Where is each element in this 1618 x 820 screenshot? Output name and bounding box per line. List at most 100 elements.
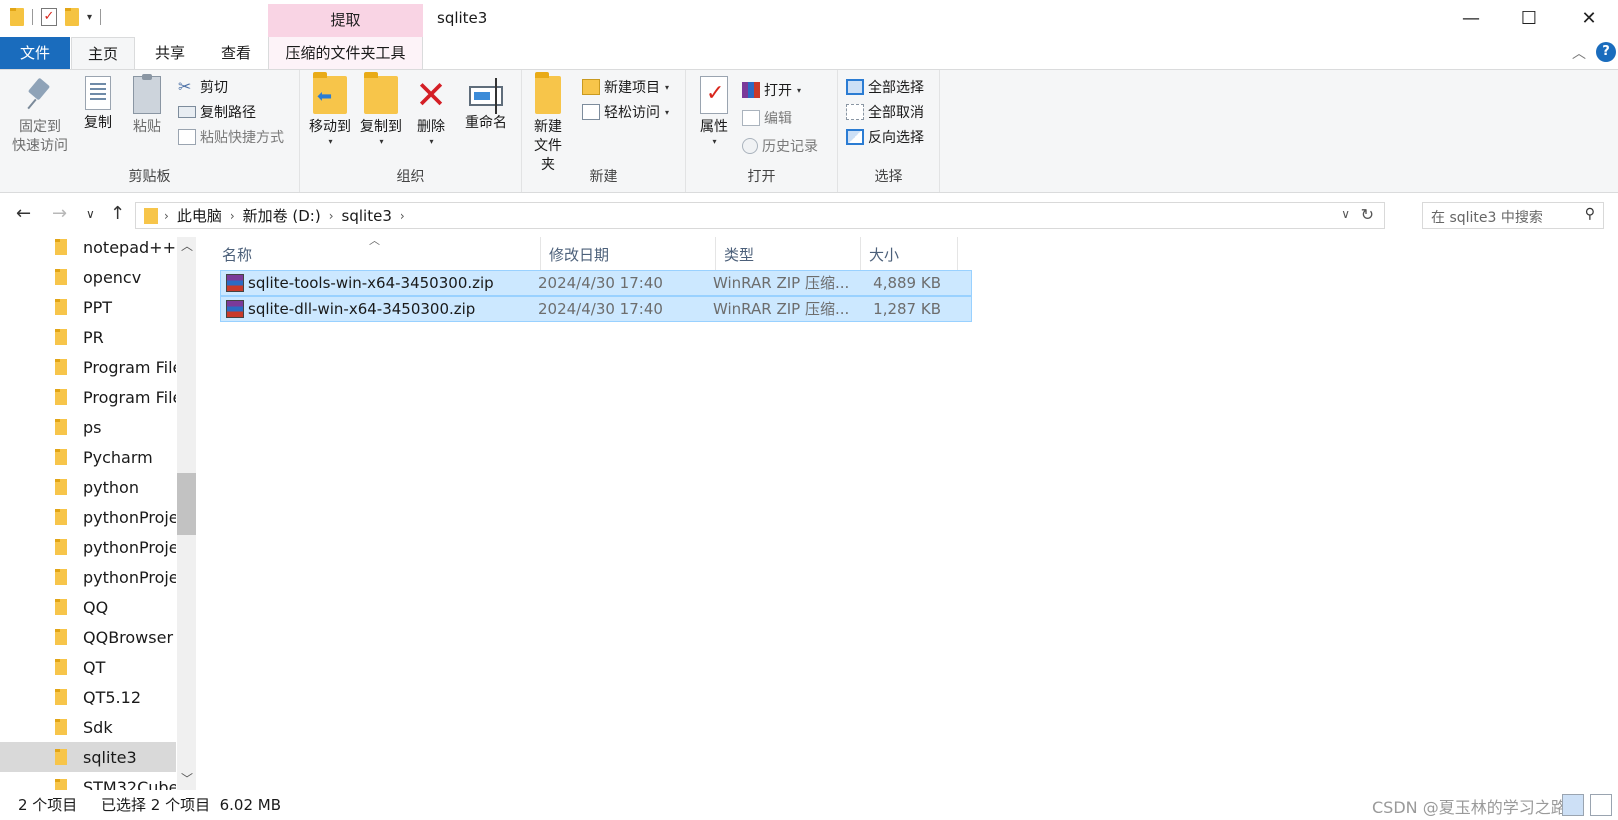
cell-size: 1,287 KB (873, 300, 941, 318)
folder-icon (55, 359, 67, 375)
breadcrumb-drive-d[interactable]: 新加卷 (D:) (235, 205, 329, 226)
tab-file[interactable]: 文件 (0, 37, 70, 69)
nav-tree-item[interactable]: STM32CubeA (0, 772, 176, 790)
invert-selection-icon (846, 129, 864, 145)
minimize-button[interactable]: — (1442, 0, 1500, 37)
column-header-type[interactable]: 类型 (716, 237, 861, 273)
delete-button[interactable]: ✕ 删除 ▾ (413, 76, 449, 146)
scrollbar-thumb[interactable] (177, 473, 196, 535)
breadcrumb-this-pc[interactable]: 此电脑 (169, 205, 230, 226)
properties-qat-icon[interactable]: ✓ (41, 8, 57, 26)
forward-arrow-icon[interactable]: → (52, 203, 67, 224)
chevron-down-icon: ▾ (665, 82, 670, 92)
details-view-icon[interactable] (1562, 794, 1584, 816)
nav-tree-item[interactable]: pythonProjec (0, 532, 176, 562)
large-icons-view-icon[interactable] (1590, 794, 1612, 816)
scroll-down-icon[interactable]: ﹀ (181, 770, 193, 787)
maximize-button[interactable]: ☐ (1500, 0, 1558, 37)
nav-tree-item-label: python (83, 477, 139, 497)
group-organize: 移动到 ▾ 复制到 ▾ ✕ 删除 ▾ 重命名 组织 (300, 70, 522, 192)
move-to-icon (313, 72, 347, 114)
nav-tree-item[interactable]: notepad++ (0, 237, 176, 262)
folder-icon (55, 659, 67, 675)
folder-icon (55, 449, 67, 465)
nav-tree-item[interactable]: Sdk (0, 712, 176, 742)
nav-tree-item[interactable]: python (0, 472, 176, 502)
paste-shortcut-icon (178, 129, 196, 145)
nav-tree-item[interactable]: Pycharm (0, 442, 176, 472)
nav-tree-item[interactable]: PR (0, 322, 176, 352)
history-button[interactable]: 历史记录 (742, 135, 818, 157)
copy-path-button[interactable]: 复制路径 (178, 101, 256, 123)
table-row[interactable]: sqlite-tools-win-x64-3450300.zip 2024/4/3… (220, 270, 972, 296)
column-header-modified[interactable]: 修改日期 (541, 237, 716, 273)
paste-button[interactable]: 粘贴 (127, 74, 167, 137)
properties-button[interactable]: 属性 ▾ (694, 76, 734, 146)
copy-to-button[interactable]: 复制到 ▾ (356, 72, 406, 146)
nav-tree-item-label: QT5.12 (83, 687, 141, 707)
invert-selection-button[interactable]: 反向选择 (846, 126, 924, 148)
search-input[interactable]: 在 sqlite3 中搜索 ⚲ (1422, 202, 1604, 229)
rename-icon (469, 78, 503, 114)
cut-button[interactable]: 剪切 (178, 76, 228, 98)
new-folder-icon (535, 72, 561, 114)
scroll-up-icon[interactable]: ︿ (181, 237, 193, 254)
folder-icon (55, 509, 67, 525)
nav-tree-item-label: notepad++ (83, 237, 176, 257)
breadcrumb-sqlite3[interactable]: sqlite3 (334, 207, 400, 225)
context-tab-extract[interactable]: 提取 (268, 4, 423, 37)
nav-tree-item[interactable]: pythonProjec (0, 502, 176, 532)
nav-tree-item[interactable]: sqlite3 (0, 742, 176, 772)
select-all-button[interactable]: 全部选择 (846, 76, 924, 98)
address-dropdown-chevron-icon[interactable]: ∨ (1341, 207, 1350, 221)
close-button[interactable]: ✕ (1560, 0, 1618, 37)
column-header-size[interactable]: 大小 (861, 237, 958, 273)
nav-tree-item[interactable]: QQ (0, 592, 176, 622)
nav-tree-item[interactable]: opencv (0, 262, 176, 292)
group-new: 新建 文件夹 新建项目 ▾ 轻松访问 ▾ 新建 (522, 70, 686, 192)
paste-shortcut-button[interactable]: 粘贴快捷方式 (178, 126, 284, 148)
new-item-button[interactable]: 新建项目 ▾ (582, 76, 669, 98)
select-none-button[interactable]: 全部取消 (846, 101, 924, 123)
nav-tree-item[interactable]: PPT (0, 292, 176, 322)
up-arrow-icon[interactable]: ↑ (110, 203, 125, 224)
pin-quick-access-button[interactable]: 固定到 快速访问 (10, 76, 70, 156)
new-folder-button[interactable]: 新建 文件夹 (528, 72, 568, 175)
search-icon[interactable]: ⚲ (1585, 206, 1595, 222)
new-folder-qat-icon[interactable] (65, 8, 79, 26)
tab-share[interactable]: 共享 (140, 37, 200, 69)
copy-button[interactable]: 复制 (78, 76, 118, 133)
folder-icon (55, 569, 67, 585)
recent-locations-chevron-icon[interactable]: ∨ (86, 207, 95, 221)
nav-tree-item[interactable]: pythonProjec (0, 562, 176, 592)
navigation-scrollbar[interactable]: ︿ ﹀ (177, 237, 196, 790)
folder-icon (55, 299, 67, 315)
rename-button[interactable]: 重命名 (460, 76, 512, 133)
group-label-organize: 组织 (396, 169, 425, 185)
back-arrow-icon[interactable]: ← (16, 203, 31, 224)
collapse-ribbon-icon[interactable]: ︿ (1572, 43, 1586, 63)
nav-tree-item[interactable]: Program Files (0, 352, 176, 382)
nav-tree-item[interactable]: ps (0, 412, 176, 442)
column-header-name[interactable]: 名称 (214, 237, 541, 273)
table-row[interactable]: sqlite-dll-win-x64-3450300.zip 2024/4/30 … (220, 296, 972, 322)
easy-access-button[interactable]: 轻松访问 ▾ (582, 101, 669, 123)
address-bar[interactable]: › 此电脑 › 新加卷 (D:) › sqlite3 › ∨ ↻ (135, 202, 1385, 229)
nav-tree-item[interactable]: QT (0, 652, 176, 682)
chevron-right-icon[interactable]: › (400, 209, 405, 223)
tab-compressed-folder-tools[interactable]: 压缩的文件夹工具 (268, 37, 423, 69)
nav-tree-item[interactable]: Program Files (0, 382, 176, 412)
quick-access-toolbar: ✓ ▾ (10, 8, 102, 26)
help-icon[interactable]: ? (1596, 42, 1616, 62)
nav-tree-item[interactable]: QT5.12 (0, 682, 176, 712)
nav-tree-item-label: sqlite3 (83, 747, 137, 767)
tab-home[interactable]: 主页 (71, 37, 135, 70)
move-to-button[interactable]: 移动到 ▾ (305, 72, 355, 146)
edit-button[interactable]: 编辑 (742, 107, 792, 129)
customize-qat-chevron-icon[interactable]: ▾ (87, 12, 92, 23)
nav-tree-item[interactable]: QQBrowser (0, 622, 176, 652)
nav-tree-item-label: Program Files (83, 357, 176, 377)
open-button[interactable]: 打开 ▾ (742, 79, 801, 101)
refresh-icon[interactable]: ↻ (1361, 205, 1374, 224)
tab-view[interactable]: 查看 (206, 37, 266, 69)
